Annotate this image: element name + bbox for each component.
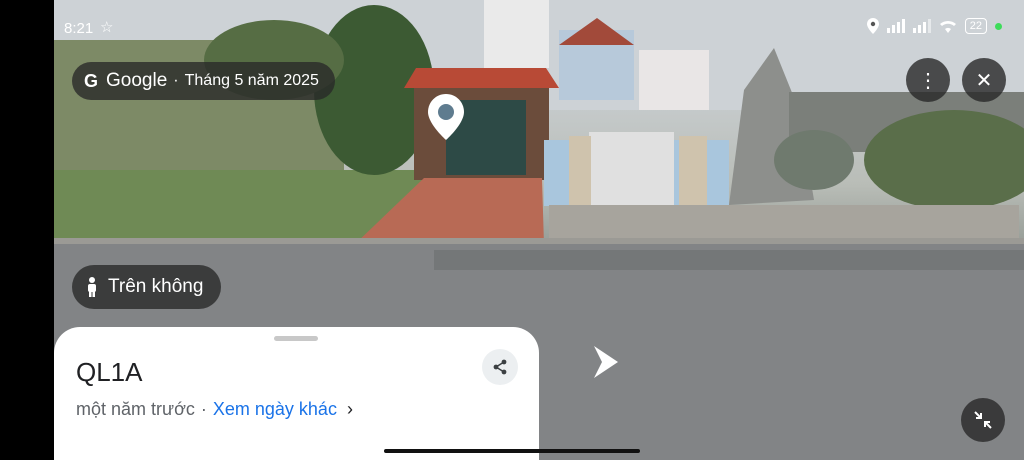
relative-time: một năm trước <box>76 399 195 419</box>
home-indicator[interactable] <box>384 449 640 453</box>
separator-dot: · <box>173 72 179 89</box>
close-button[interactable]: ✕ <box>962 58 1006 102</box>
privacy-dot <box>995 22 1002 30</box>
capture-date: Tháng 5 năm 2025 <box>184 72 319 89</box>
share-button[interactable] <box>482 349 518 385</box>
streetview-screen[interactable]: 8:21 ☆ 22 G Google · Tháng 5 năm 2025 ⋮ … <box>54 0 1024 460</box>
map-pin-icon[interactable] <box>426 92 466 142</box>
location-info-sheet[interactable]: QL1A một năm trước · Xem ngày khác › <box>54 327 539 460</box>
share-icon <box>493 359 507 375</box>
date-line: một năm trước · Xem ngày khác › <box>76 399 353 420</box>
signal-icon <box>886 19 905 33</box>
battery-indicator: 22 <box>964 18 987 34</box>
signal-icon <box>912 19 931 33</box>
collapse-button[interactable] <box>961 398 1005 442</box>
more-options-button[interactable]: ⋮ <box>906 58 950 102</box>
status-time: 8:21 <box>64 20 94 37</box>
aerial-label: Trên không <box>108 276 204 297</box>
star-icon: ☆ <box>100 19 114 36</box>
close-icon: ✕ <box>975 69 993 92</box>
collapse-icon <box>974 411 992 429</box>
google-g-icon: G <box>84 70 99 91</box>
imagery-info-chip[interactable]: G Google · Tháng 5 năm 2025 <box>72 62 335 100</box>
provider-label: Google <box>106 70 168 91</box>
sheet-grabber[interactable] <box>274 336 318 341</box>
road-name: QL1A <box>76 357 143 387</box>
wifi-icon <box>939 20 956 33</box>
location-icon <box>866 18 879 34</box>
separator-dot: · <box>200 399 207 419</box>
status-icons: 22 <box>866 18 1002 34</box>
other-dates-link[interactable]: Xem ngày khác <box>213 399 337 420</box>
person-icon <box>88 277 96 297</box>
chevron-right-icon[interactable]: › <box>347 399 353 420</box>
aerial-view-button[interactable]: Trên không <box>72 265 222 309</box>
chevron-right-icon[interactable] <box>590 344 620 380</box>
more-vert-icon: ⋮ <box>918 69 938 92</box>
